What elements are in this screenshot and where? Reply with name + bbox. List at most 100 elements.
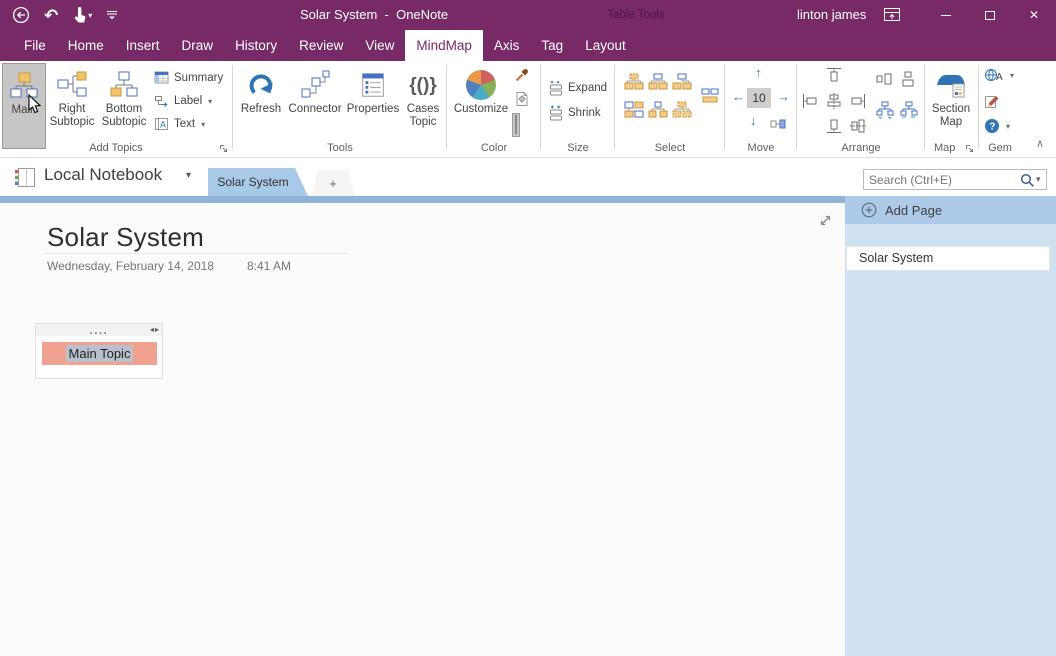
group-divider	[614, 65, 615, 149]
back-icon[interactable]	[12, 6, 30, 24]
move-distance-icon[interactable]	[770, 116, 786, 132]
expand-icon	[548, 80, 564, 96]
page-date: Wednesday, February 14, 2018	[47, 259, 214, 273]
tab-home[interactable]: Home	[57, 30, 115, 61]
section-tab-solar-system[interactable]: Solar System	[208, 168, 308, 196]
distribute-vertical-icon[interactable]	[900, 71, 916, 87]
label-button[interactable]: Label ▾	[154, 93, 212, 109]
connector-button[interactable]: Connector	[286, 63, 344, 149]
cases-topic-button[interactable]: {()} Cases Topic	[402, 63, 444, 149]
fullpage-view-icon[interactable]	[818, 213, 833, 228]
page-title[interactable]: Solar System	[47, 222, 204, 253]
edit-gem-button[interactable]	[984, 93, 1000, 109]
align-left-icon[interactable]	[802, 93, 818, 109]
help-icon: ?	[984, 118, 1000, 134]
tab-view[interactable]: View	[354, 30, 405, 61]
mouse-cursor	[28, 94, 43, 115]
fill-format-icon[interactable]	[514, 91, 530, 107]
select-main-topics-icon[interactable]	[648, 73, 668, 90]
group-label-move: Move	[728, 142, 794, 154]
tab-layout[interactable]: Layout	[574, 30, 637, 61]
help-button[interactable]: ? ▾	[984, 118, 1010, 134]
page-canvas[interactable]: Solar System Wednesday, February 14, 201…	[0, 203, 845, 656]
move-up-arrow[interactable]: ↑	[755, 65, 762, 80]
touch-mouse-mode-icon[interactable]: ▾	[72, 7, 92, 24]
tab-review[interactable]: Review	[288, 30, 354, 61]
notebook-name[interactable]: Local Notebook	[44, 165, 162, 185]
minimize-button[interactable]	[924, 0, 968, 30]
search-input[interactable]	[869, 170, 1017, 189]
tab-file[interactable]: File	[13, 30, 57, 61]
distribute-horizontal-icon[interactable]	[876, 71, 892, 87]
tab-mindmap[interactable]: MindMap	[405, 30, 483, 61]
notebook-navbar: Local Notebook ▾ Solar System + ▾	[0, 158, 1056, 196]
move-left-arrow[interactable]: ←	[732, 89, 745, 104]
align-bottom-icon[interactable]	[826, 118, 842, 134]
search-icon[interactable]	[1020, 173, 1035, 188]
select-all-topics-icon[interactable]	[624, 73, 644, 90]
undo-icon[interactable]: ↶	[44, 7, 58, 24]
eyedropper-icon[interactable]	[514, 67, 530, 83]
svg-text:A: A	[160, 120, 166, 130]
search-scope-caret-icon[interactable]: ▾	[1036, 174, 1041, 185]
tab-tag[interactable]: Tag	[530, 30, 574, 61]
layout-tree-right-icon[interactable]	[900, 101, 918, 119]
color-palette-button[interactable]	[512, 113, 520, 137]
close-button[interactable]: ✕	[1012, 0, 1056, 30]
align-center-icon[interactable]	[826, 93, 842, 109]
move-right-arrow[interactable]: →	[777, 89, 790, 104]
move-step-value[interactable]: 10	[747, 88, 771, 108]
bottom-subtopic-icon	[108, 67, 140, 103]
right-subtopic-button[interactable]: Right Subtopic	[48, 63, 96, 149]
summary-icon	[154, 70, 170, 86]
group-size: Expand Shrink Size	[544, 61, 612, 157]
note-container[interactable]: ···· ◂▸ Main Topic	[35, 323, 163, 379]
move-down-arrow[interactable]: ↓	[750, 113, 757, 128]
group-label-tools: Tools	[236, 142, 444, 154]
dialog-launcher-icon[interactable]	[965, 144, 974, 153]
summary-button[interactable]: Summary	[154, 70, 223, 86]
align-middle-icon[interactable]	[850, 118, 866, 134]
refresh-button[interactable]: Refresh	[238, 63, 284, 149]
main-topic-node[interactable]: Main Topic	[42, 342, 157, 365]
customize-color-button[interactable]: Customize	[452, 63, 510, 149]
align-top-icon[interactable]	[826, 67, 842, 83]
tab-insert[interactable]: Insert	[115, 30, 171, 61]
tab-history[interactable]: History	[224, 30, 288, 61]
globe-language-icon: A	[984, 67, 1004, 83]
user-account[interactable]: linton james	[797, 0, 866, 30]
shrink-button[interactable]: Shrink	[548, 105, 601, 121]
text-button[interactable]: A Text ▾	[154, 116, 205, 132]
container-drag-handle[interactable]: ···· ◂▸	[36, 324, 162, 336]
label-label: Label	[174, 95, 202, 107]
new-section-button[interactable]: +	[312, 170, 354, 196]
select-level-icon[interactable]	[648, 101, 668, 118]
connector-label: Connector	[288, 103, 341, 116]
customize-qat-icon[interactable]	[106, 9, 118, 21]
expand-button[interactable]: Expand	[548, 80, 607, 96]
maximize-button[interactable]	[968, 0, 1012, 30]
align-right-icon[interactable]	[850, 93, 866, 109]
ribbon-display-options-icon[interactable]	[884, 8, 900, 21]
bottom-subtopic-button[interactable]: Bottom Subtopic	[98, 63, 150, 149]
select-siblings-icon[interactable]	[700, 87, 720, 104]
chevron-down-icon[interactable]: ▾	[186, 170, 191, 181]
resize-handle-icon[interactable]: ◂▸	[150, 325, 160, 334]
dialog-launcher-icon[interactable]	[219, 144, 228, 153]
properties-button[interactable]: Properties	[344, 63, 402, 149]
select-subtopics-icon[interactable]	[672, 73, 692, 90]
section-map-button[interactable]: Section Map	[928, 63, 974, 149]
add-page-button[interactable]: Add Page	[845, 196, 1056, 224]
layout-tree-left-icon[interactable]	[876, 101, 894, 119]
summary-label: Summary	[174, 72, 223, 84]
group-gem: A ▾ ? ▾ Gem	[982, 61, 1018, 157]
right-subtopic-icon	[56, 67, 88, 103]
tab-axis[interactable]: Axis	[483, 30, 531, 61]
page-list-item[interactable]: Solar System	[846, 246, 1050, 271]
main-topic-text[interactable]: Main Topic	[66, 345, 134, 362]
select-branch-icon[interactable]	[624, 101, 644, 118]
translate-button[interactable]: A ▾	[984, 67, 1014, 83]
tab-draw[interactable]: Draw	[171, 30, 225, 61]
select-children-icon[interactable]	[672, 101, 692, 118]
collapse-ribbon-icon[interactable]: ∧	[1036, 137, 1044, 150]
